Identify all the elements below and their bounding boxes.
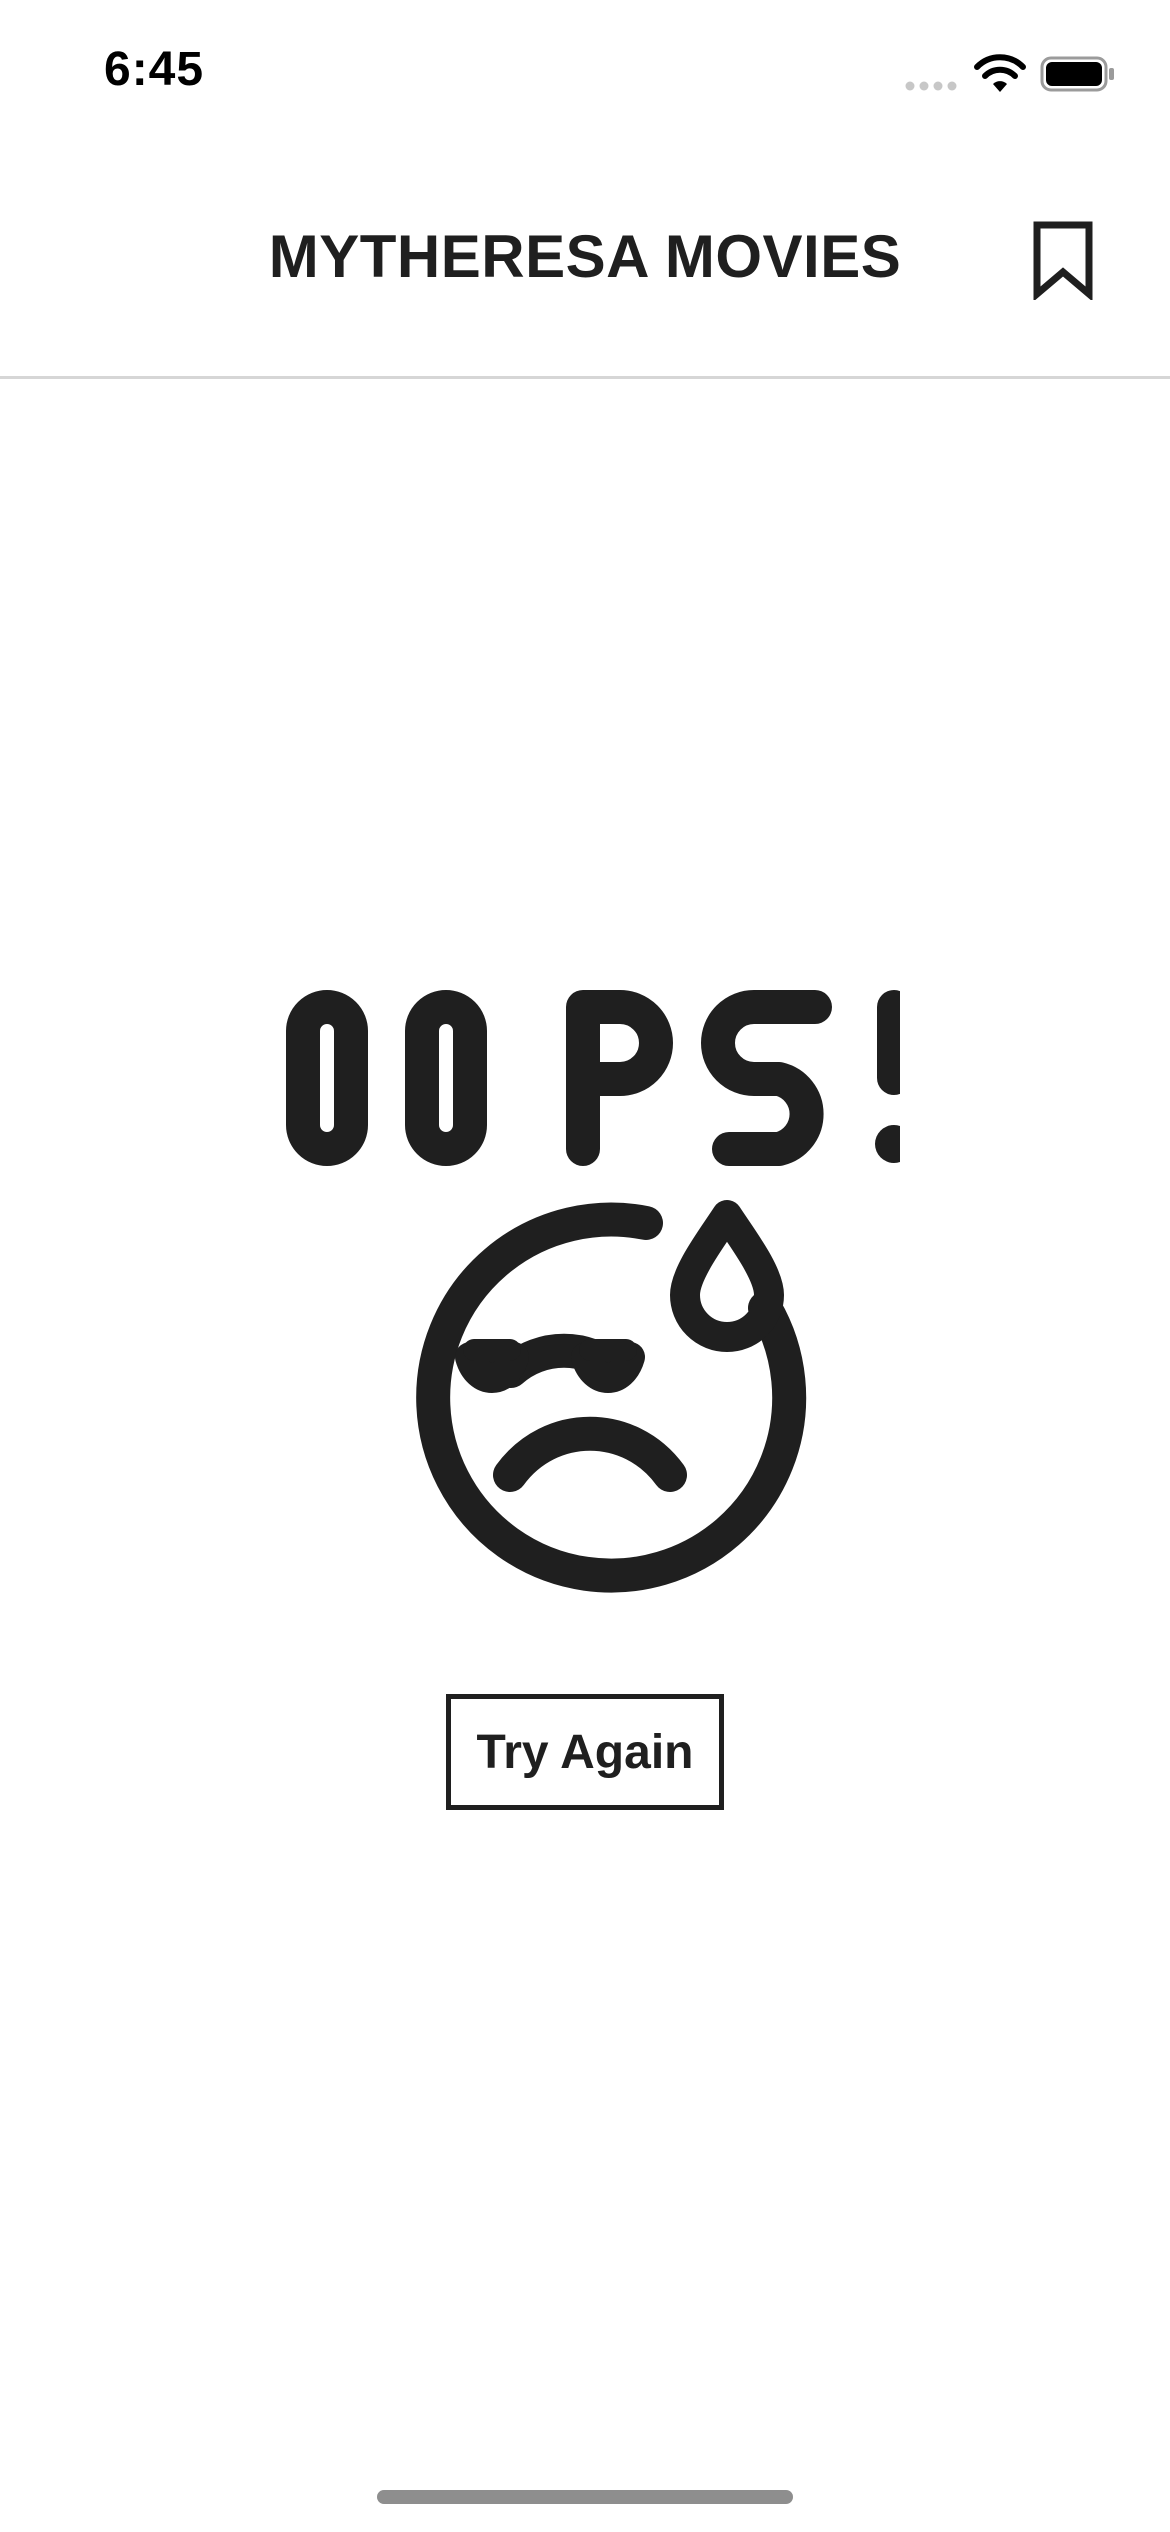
battery-icon [1040, 56, 1114, 92]
status-bar: 6:45 [0, 0, 1170, 150]
oops-heading [286, 990, 900, 1166]
nav-bar: MYTHERESA MOVIES [0, 150, 1170, 379]
home-indicator[interactable] [377, 2490, 793, 2504]
try-again-button[interactable]: Try Again [446, 1694, 724, 1810]
bookmarks-button[interactable] [1020, 210, 1106, 310]
wifi-icon [974, 54, 1026, 92]
sad-sweating-face-icon [286, 990, 900, 1593]
cellular-signal-icon [905, 81, 957, 91]
page-title: MYTHERESA MOVIES [268, 223, 902, 290]
status-time: 6:45 [104, 43, 205, 96]
bookmark-icon [1033, 221, 1093, 300]
